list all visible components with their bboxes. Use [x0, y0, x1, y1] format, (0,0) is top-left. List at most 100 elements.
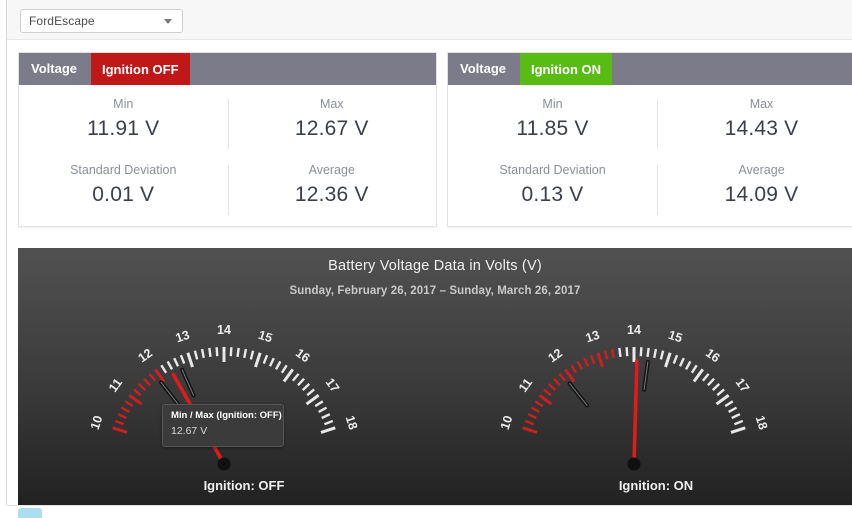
- gauge-tick: [200, 348, 205, 359]
- stat-value: 0.01 V: [92, 183, 155, 206]
- gauge-tick-label: 11: [106, 376, 125, 395]
- stat-value: 14.09 V: [724, 183, 799, 206]
- gauge-tick-label: 13: [174, 328, 192, 346]
- gauge-tick: [314, 400, 324, 408]
- gauge-tick: [728, 406, 738, 414]
- gauge-tick: [249, 350, 255, 360]
- gauge-tick: [558, 373, 567, 382]
- gauge-tick: [664, 352, 672, 368]
- gauge-tick: [570, 364, 578, 374]
- gauge-tick: [236, 347, 240, 357]
- gauge-tick: [576, 360, 584, 370]
- gauge-tick: [173, 357, 180, 367]
- gauge-tick-label: 16: [703, 346, 723, 366]
- stat-average-on: Average 14.09 V: [657, 161, 852, 211]
- gauge-tick: [306, 388, 315, 397]
- gauge-tick: [208, 347, 212, 357]
- gauge-tick-label: 10: [88, 414, 106, 432]
- stat-grid-off: Min 11.91 V Max 12.67 V Standard Deviati…: [19, 85, 436, 226]
- gauge-tick: [684, 360, 692, 370]
- gauge-tick: [692, 368, 704, 383]
- gauge-tick: [179, 354, 186, 365]
- gauge-tick: [534, 400, 544, 408]
- voltage-card-ignition-on: Voltage Ignition ON Min 11.85 V Max 14.4…: [447, 52, 852, 227]
- gauge-tick: [564, 368, 576, 383]
- gauge-tick: [553, 377, 561, 387]
- gauge-tick: [715, 394, 730, 406]
- gauge-tick: [724, 400, 734, 408]
- page-left-edge: [0, 0, 7, 518]
- top-toolbar: FordEscape From 02/26/2017 31 to 03/26/2…: [7, 0, 852, 40]
- gauge-tick: [280, 364, 288, 374]
- gauge-tick: [117, 413, 127, 420]
- card-header-on: Voltage Ignition ON: [448, 53, 852, 85]
- gauge-tick: [148, 373, 157, 382]
- gauge-tick: [243, 348, 248, 359]
- gauge-tick-label: 13: [584, 328, 602, 346]
- gauge-tick: [522, 426, 538, 434]
- gauge-tick: [114, 419, 125, 426]
- page-bottom-divider: [7, 505, 852, 506]
- gauge-tick-label: 14: [627, 323, 641, 337]
- gauge-tick: [716, 388, 725, 397]
- gauge-tick: [274, 360, 282, 370]
- gauge-tick: [262, 354, 269, 365]
- gauge-tick-label: 14: [217, 323, 231, 337]
- stat-average-off: Average 12.36 V: [228, 161, 437, 211]
- gauge-tick-label: 17: [323, 376, 343, 396]
- gauge-tick-label: 12: [136, 346, 156, 366]
- gauge-tick: [730, 426, 746, 434]
- stat-max-on: Max 14.43 V: [657, 95, 852, 145]
- gauge-tooltip: Min / Max (Ignition: OFF) 12.67 V: [162, 404, 284, 447]
- gauge-tick-label: 18: [753, 414, 771, 432]
- gauge-tick: [618, 347, 622, 357]
- gauge-tick: [323, 419, 334, 426]
- stat-label: Min: [542, 97, 563, 111]
- gauge-tick: [154, 368, 166, 383]
- stat-stddev-off: Standard Deviation 0.01 V: [19, 161, 228, 211]
- gauge-tick: [160, 364, 168, 374]
- gauge-tick-label: 15: [667, 328, 685, 346]
- card-header-off: Voltage Ignition OFF: [19, 53, 436, 85]
- gauge-tick: [124, 400, 134, 408]
- gauge-tick: [625, 347, 629, 357]
- gauge-needle-hub: [627, 457, 641, 471]
- stat-value: 12.36 V: [294, 183, 369, 206]
- gauge-tick: [321, 413, 331, 420]
- stat-row-on-1: Min 11.85 V Max 14.43 V: [448, 95, 852, 157]
- gauge-tick-label: 18: [343, 414, 361, 432]
- page-bottom-area: [0, 505, 852, 518]
- stat-label: Average: [738, 163, 785, 177]
- bottom-peeking-element: [18, 508, 42, 518]
- gauge-tick: [596, 352, 604, 368]
- gauge-tick: [659, 350, 665, 360]
- gauge-tick-label: 12: [546, 346, 566, 366]
- gauge-tick: [282, 368, 294, 383]
- status-badge-ignition-off: Ignition OFF: [91, 53, 190, 85]
- gauge-tick: [186, 352, 194, 368]
- stat-value: 11.85 V: [516, 117, 589, 140]
- gauge-tick: [731, 413, 741, 420]
- page-left-edge-fill: [0, 0, 6, 518]
- stat-label: Max: [319, 97, 344, 111]
- stat-value: 0.13 V: [521, 183, 584, 206]
- gauge-tick: [215, 347, 219, 357]
- stat-label: Average: [308, 163, 355, 177]
- gauge-tick-label: 16: [293, 346, 313, 366]
- stat-row-on-2: Standard Deviation 0.13 V Average 14.09 …: [448, 161, 852, 223]
- gauge-tick: [653, 348, 658, 359]
- gauge-tick: [254, 352, 262, 368]
- gauge-tick: [610, 348, 615, 359]
- gauge-marker-highlight: [569, 383, 588, 406]
- gauge-tick: [143, 377, 151, 387]
- vehicle-select[interactable]: FordEscape: [20, 9, 183, 33]
- gauge-tick: [268, 357, 275, 367]
- gauge-tick: [120, 406, 130, 414]
- gauge-tick: [538, 394, 553, 406]
- gauge-marker-highlight: [160, 381, 179, 406]
- battery-voltage-gauge-panel: Battery Voltage Data in Volts (V) Sunday…: [18, 248, 852, 505]
- gauge-tick: [543, 388, 552, 397]
- stat-max-off: Max 12.67 V: [228, 95, 437, 145]
- chevron-down-icon: [164, 19, 172, 24]
- gauge-tick: [305, 394, 320, 406]
